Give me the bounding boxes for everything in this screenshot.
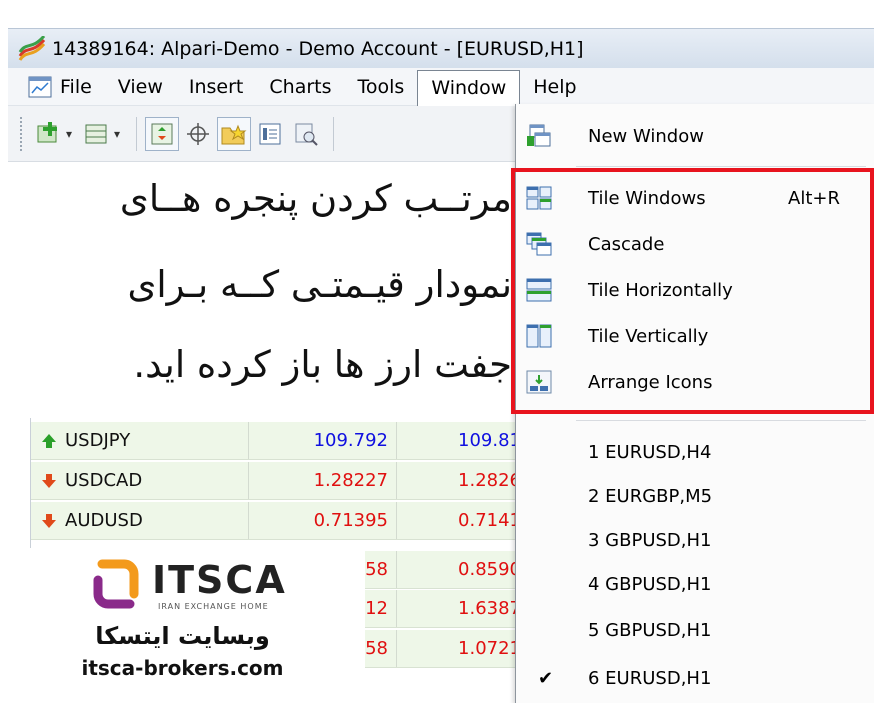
market-watch-button[interactable] [145, 116, 180, 151]
menu-help[interactable]: Help [520, 70, 589, 104]
menu-view[interactable]: View [105, 70, 176, 104]
table-row[interactable]: USDJPY 109.792 109.81 [31, 422, 521, 460]
profiles-dropdown-icon[interactable]: ▾ [114, 127, 120, 141]
table-row[interactable]: AUDUSD 0.71395 0.7141 [31, 502, 521, 540]
ask-price: 0.7141 [458, 510, 521, 531]
metatrader-app-icon [18, 35, 46, 61]
menu-tools[interactable]: Tools [345, 70, 418, 104]
open-window-item[interactable]: ✔ 6 EURUSD,H1 [516, 656, 874, 700]
crosshair-button[interactable] [181, 117, 215, 151]
annotation-line-2: نمودار قیـمتـی کــه بـرای [127, 263, 512, 306]
crosshair-icon [187, 122, 210, 145]
toolbar-grip[interactable] [20, 116, 26, 151]
ask-price: 1.6387 [458, 598, 521, 619]
open-window-item[interactable]: 4 GBPUSD,H1 [516, 562, 874, 606]
open-window-item[interactable]: 5 GBPUSD,H1 [516, 608, 874, 652]
terminal-icon [259, 123, 281, 144]
price-down-arrow-icon [42, 513, 56, 528]
ask-price: 0.8590 [458, 559, 521, 580]
itsca-logo-mark-icon [93, 559, 139, 609]
logo-brand-text: ITSCA [152, 558, 287, 602]
annotation-text-area: مرتــب کردن پنجره هــای نمودار قیـمتـی ک… [0, 163, 512, 418]
open-window-item[interactable]: 1 EURUSD,H4 [516, 430, 874, 474]
open-window-item[interactable]: 2 EURGBP,M5 [516, 474, 874, 518]
menu-item-label: 2 EURGBP,M5 [588, 485, 713, 507]
open-window-item[interactable]: 3 GBPUSD,H1 [516, 518, 874, 562]
symbol-cell: USDJPY [31, 422, 249, 459]
menu-separator [576, 420, 866, 421]
navigator-star-folder-icon [221, 124, 247, 144]
toolbar-separator [333, 116, 335, 151]
new-window-icon [527, 124, 551, 147]
table-row[interactable]: USDCAD 1.28227 1.2826 [31, 462, 521, 500]
menu-item-label: 4 GBPUSD,H1 [588, 573, 712, 595]
itsca-logo-watermark: ITSCA IRAN EXCHANGE HOME وبسایت ایتسکا i… [0, 548, 365, 703]
screenshot: 14389164: Alpari-Demo - Demo Account - [… [0, 0, 874, 703]
window-title: 14389164: Alpari-Demo - Demo Account - [… [52, 37, 584, 60]
price-up-arrow-icon [42, 433, 56, 448]
strategy-tester-button[interactable] [289, 117, 323, 151]
menu-window[interactable]: Window [417, 69, 521, 106]
menu-charts[interactable]: Charts [256, 70, 344, 104]
symbol-cell: USDCAD [31, 462, 249, 499]
menu-item-label: New Window [588, 125, 704, 147]
annotation-line-1: مرتــب کردن پنجره هــای [119, 177, 512, 220]
new-chart-button[interactable] [32, 117, 66, 151]
menu-insert[interactable]: Insert [176, 70, 257, 104]
logo-website-persian: وبسایت ایتسکا [95, 622, 270, 650]
profiles-button[interactable] [80, 117, 114, 151]
bid-price: 109.792 [249, 422, 397, 459]
symbol-cell: AUDUSD [31, 502, 249, 539]
new-chart-dropdown-icon[interactable]: ▾ [66, 127, 72, 141]
symbol-name: USDCAD [65, 470, 143, 491]
bid-price: 0.71395 [249, 502, 397, 539]
annotation-line-3: جفت ارز ها باز کرده اید. [133, 343, 512, 386]
symbol-name: AUDUSD [65, 510, 143, 531]
title-bar: 14389164: Alpari-Demo - Demo Account - [… [8, 28, 874, 68]
logo-tagline: IRAN EXCHANGE HOME [158, 602, 269, 611]
check-mark-icon: ✔ [538, 667, 554, 689]
ask-price: 1.0721 [458, 638, 521, 659]
logo-url: itsca-brokers.com [81, 656, 284, 680]
new-chart-icon [37, 121, 57, 142]
toolbar-separator [136, 116, 138, 151]
red-highlight-box [511, 168, 874, 414]
menu-item-label: 6 EURUSD,H1 [588, 667, 712, 689]
bid-price: 1.28227 [249, 462, 397, 499]
menu-bar: File View Insert Charts Tools Window Hel… [8, 68, 874, 106]
menu-new-window[interactable]: New Window [516, 114, 874, 158]
ask-price: 1.2826 [458, 470, 521, 491]
navigator-button[interactable] [217, 116, 252, 151]
chart-window-icon[interactable] [28, 76, 52, 98]
ask-price: 109.81 [458, 430, 521, 451]
terminal-button[interactable] [253, 117, 287, 151]
menu-item-label: 3 GBPUSD,H1 [588, 529, 712, 551]
menu-separator [576, 166, 866, 167]
market-watch-icon [151, 123, 173, 144]
menu-item-label: 1 EURUSD,H4 [588, 441, 712, 463]
profiles-icon [85, 124, 107, 143]
price-down-arrow-icon [42, 473, 56, 488]
strategy-tester-icon [295, 123, 318, 146]
menu-file[interactable]: File [54, 70, 105, 104]
symbol-name: USDJPY [65, 430, 131, 451]
menu-item-label: 5 GBPUSD,H1 [588, 619, 712, 641]
